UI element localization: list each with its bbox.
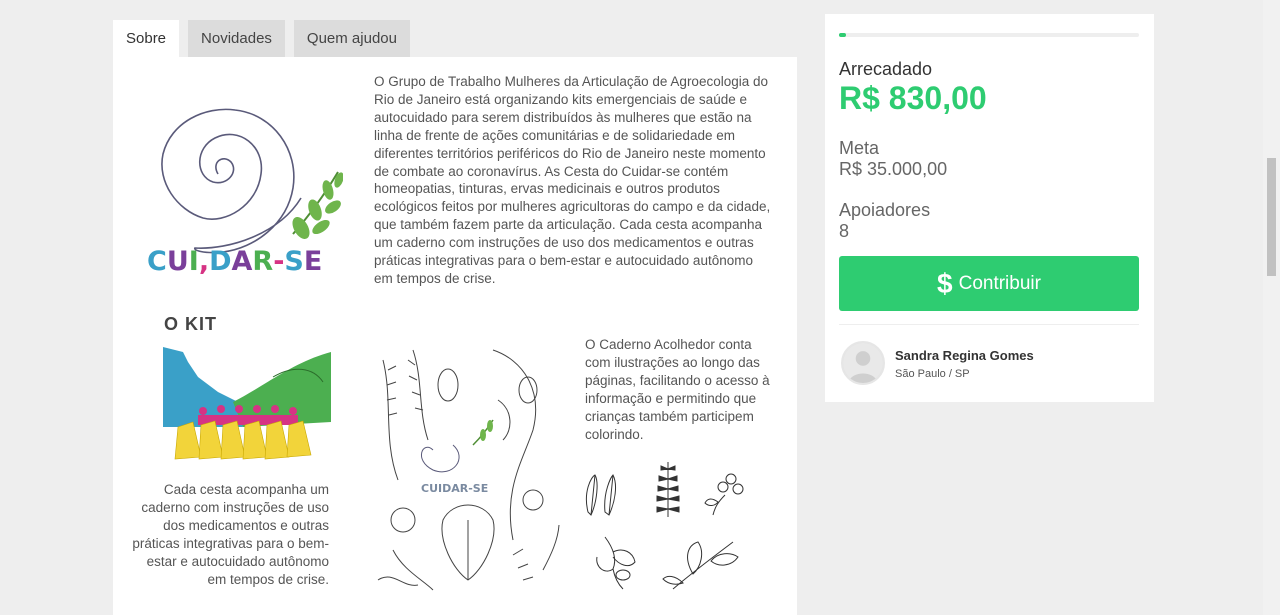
tab-novidades[interactable]: Novidades bbox=[188, 20, 285, 57]
about-panel: CUI,DAR-SE O KIT Cada cesta acompanha um… bbox=[113, 57, 797, 615]
kit-caption: Cada cesta acompanha um caderno com inst… bbox=[132, 482, 329, 587]
goal-label: Meta bbox=[839, 138, 880, 158]
scrollbar-thumb[interactable] bbox=[1267, 158, 1276, 276]
kit-title: O KIT bbox=[164, 314, 217, 334]
divider bbox=[839, 324, 1139, 325]
owner-name[interactable]: Sandra Regina Gomes bbox=[895, 348, 1034, 363]
coloring-book-illustration: CUIDAR-SE bbox=[377, 349, 560, 591]
flower-icon bbox=[704, 473, 744, 516]
dollar-icon: $ bbox=[937, 267, 953, 299]
leaf-icon bbox=[585, 474, 617, 516]
backers-label: Apoiadores bbox=[839, 200, 931, 220]
owner-location: São Paulo / SP bbox=[895, 368, 970, 380]
book-logo-text: CUIDAR-SE bbox=[421, 482, 488, 495]
tab-sobre[interactable]: Sobre bbox=[113, 20, 180, 57]
leaf-branch-icon bbox=[292, 171, 343, 239]
leafy-twig-icon bbox=[662, 541, 739, 590]
page-scrollbar[interactable] bbox=[1263, 0, 1280, 615]
cuidar-se-logo: CUI,DAR-SE bbox=[147, 108, 343, 277]
logo-wordmark: CUI,DAR-SE bbox=[147, 246, 322, 277]
user-placeholder-icon bbox=[843, 343, 883, 383]
funding-progress-fill bbox=[839, 33, 847, 37]
contribute-button[interactable]: $ Contribuir bbox=[839, 256, 1139, 311]
plant-drawings bbox=[585, 462, 744, 590]
intro-paragraph: O Grupo de Trabalho Mulheres da Articula… bbox=[374, 74, 771, 286]
herb-icon bbox=[656, 462, 680, 517]
tab-quem-ajudou[interactable]: Quem ajudou bbox=[293, 20, 410, 57]
goal-amount: R$ 35.000,00 bbox=[839, 159, 948, 179]
raised-label: Arrecadado bbox=[839, 59, 933, 79]
spiral-line bbox=[161, 108, 302, 254]
campaign-summary-card: Arrecadado R$ 830,00 Meta R$ 35.000,00 A… bbox=[825, 14, 1154, 402]
blossom-icon bbox=[596, 536, 636, 590]
book-paragraph: O Caderno Acolhedor conta com ilustraçõe… bbox=[585, 337, 770, 442]
kit-illustration bbox=[163, 347, 331, 460]
raised-amount: R$ 830,00 bbox=[839, 80, 987, 116]
funding-progress-bar bbox=[839, 33, 1139, 37]
tab-bar: Sobre Novidades Quem ajudou bbox=[113, 20, 410, 57]
contribute-label: Contribuir bbox=[958, 272, 1041, 294]
owner-avatar[interactable] bbox=[841, 341, 885, 385]
backers-count: 8 bbox=[839, 221, 850, 241]
